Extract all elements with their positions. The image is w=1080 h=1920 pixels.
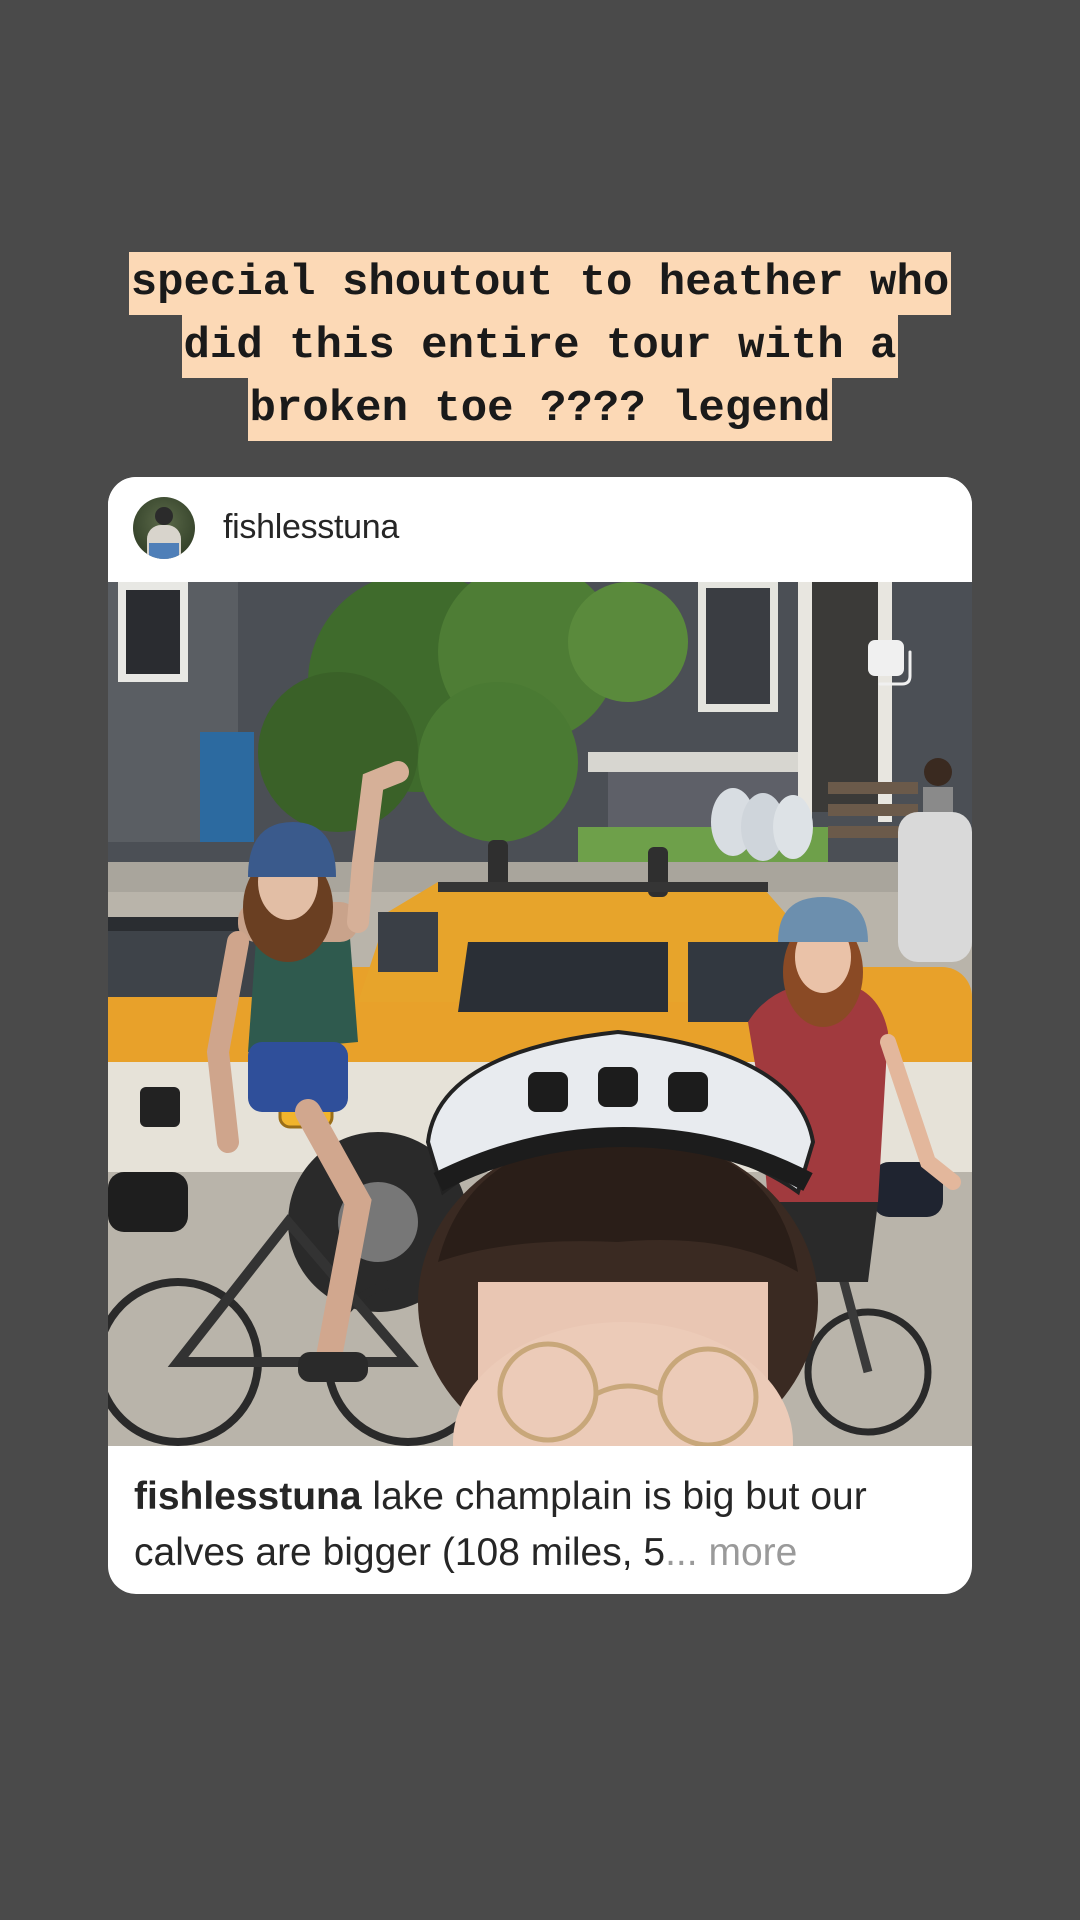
story-text-line: did this entire tour with a xyxy=(181,315,899,378)
post-username[interactable]: fishlesstuna xyxy=(223,508,399,547)
story-text-line: special shoutout to heather who xyxy=(128,252,952,315)
post-photo[interactable] xyxy=(108,582,972,1446)
photo-illustration xyxy=(108,582,972,1446)
caption-ellipsis: ... xyxy=(665,1531,698,1574)
more-link[interactable]: more xyxy=(708,1531,797,1574)
post-caption[interactable]: fishlesstuna lake champlain is big but o… xyxy=(134,1469,954,1581)
post-header[interactable]: fishlesstuna xyxy=(108,477,972,582)
caption-username[interactable]: fishlesstuna xyxy=(134,1475,362,1518)
multiple-photos-icon xyxy=(868,640,914,686)
shared-post-card[interactable]: fishlesstuna fishlesstuna lake champlain… xyxy=(108,477,972,1594)
avatar[interactable] xyxy=(133,497,195,559)
story-text-overlay: special shoutout to heather who did this… xyxy=(0,252,1080,441)
story-text-line: broken toe ???? legend xyxy=(247,378,833,441)
story-screen: special shoutout to heather who did this… xyxy=(0,0,1080,1920)
